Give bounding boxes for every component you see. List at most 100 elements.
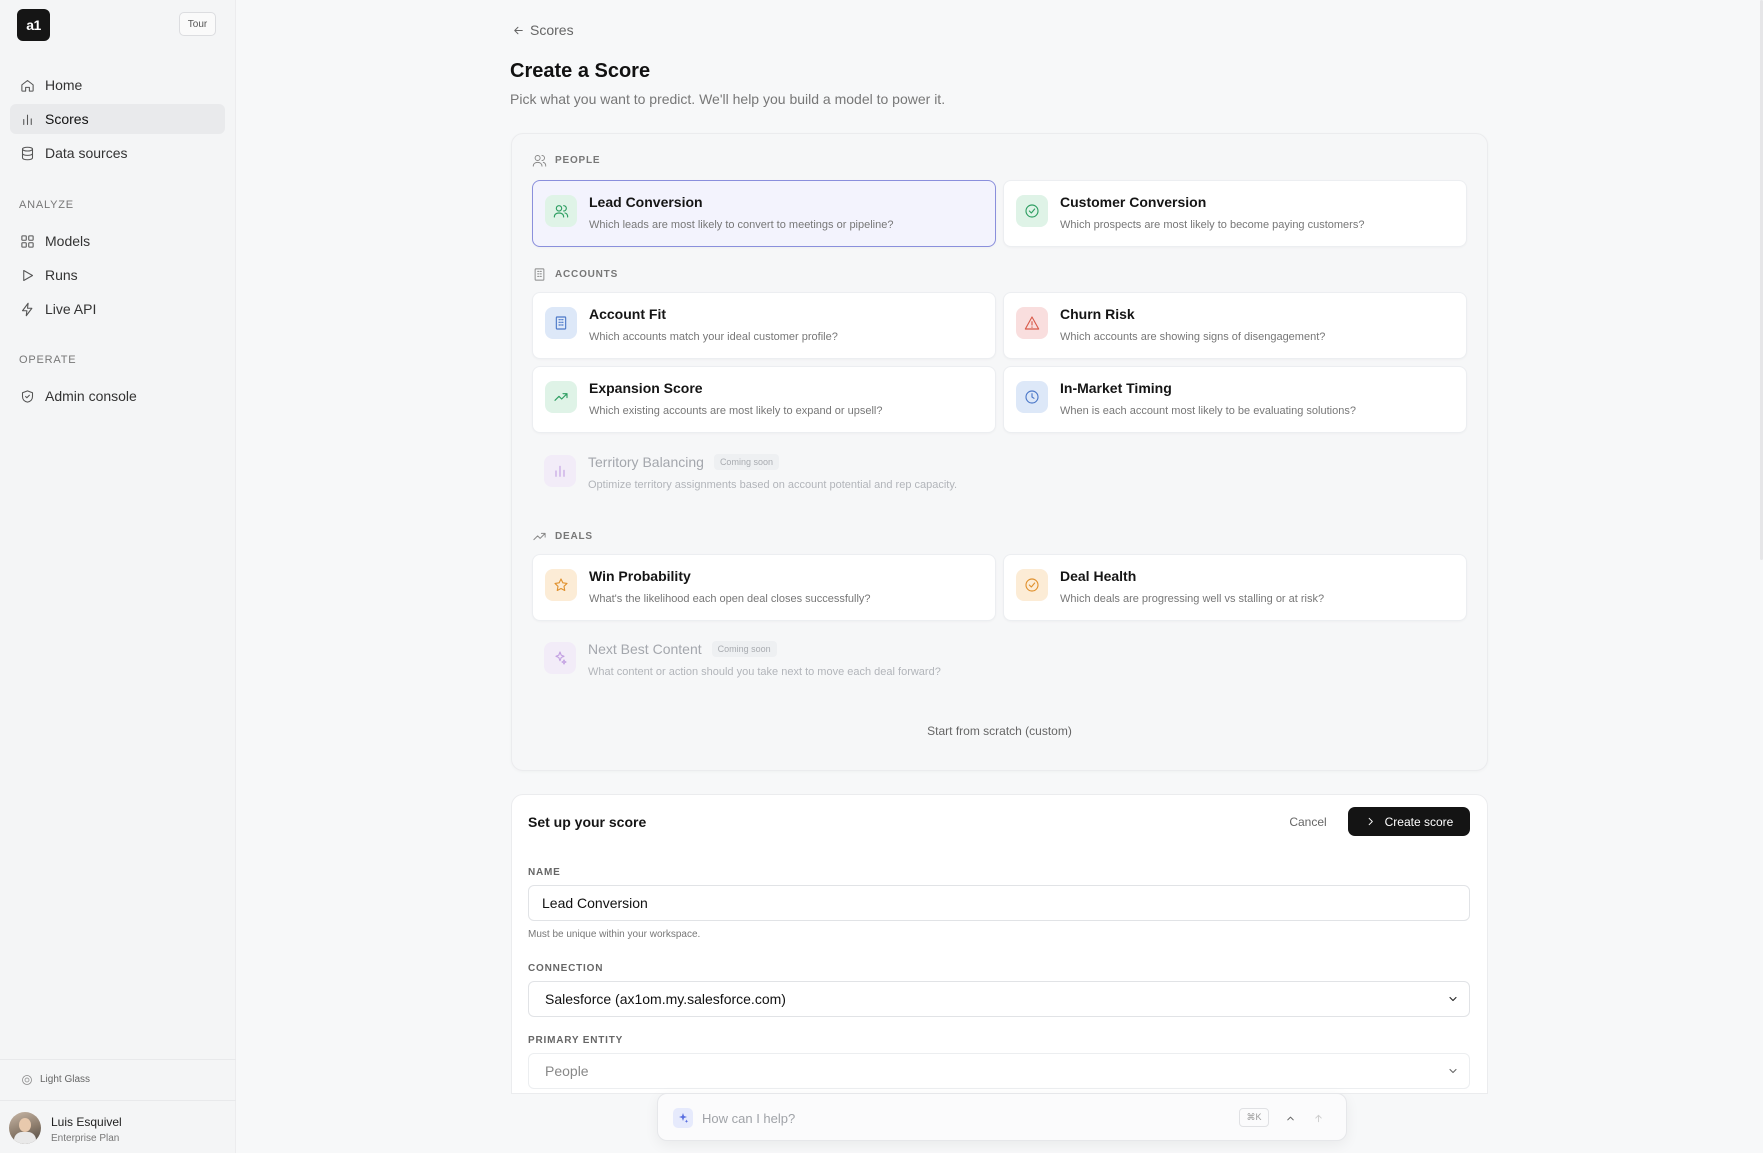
name-hint: Must be unique within your workspace. bbox=[528, 929, 701, 940]
coming-soon-badge: Coming soon bbox=[711, 641, 777, 657]
template-card-territory-balancing: Territory Balancing Coming soon Optimize… bbox=[532, 441, 1092, 508]
users-icon bbox=[532, 155, 547, 167]
trending-up-icon bbox=[554, 393, 568, 401]
shield-check-icon bbox=[21, 389, 34, 403]
card-description: Which prospects are most likely to becom… bbox=[1060, 219, 1365, 231]
card-description: Which leads are most likely to convert t… bbox=[589, 219, 894, 231]
template-card-expansion-score[interactable]: Expansion Score Which existing accounts … bbox=[532, 366, 996, 433]
user-name: Luis Esquivel bbox=[51, 1115, 122, 1129]
sidebar-item-live-api[interactable]: Live API bbox=[10, 294, 225, 324]
trending-up-icon bbox=[533, 532, 546, 541]
card-title: Next Best Content Coming soon bbox=[588, 641, 777, 657]
connection-label: CONNECTION bbox=[528, 963, 604, 974]
card-description: Optimize territory assignments based on … bbox=[588, 479, 958, 491]
shortcut-badge: ⌘K bbox=[1239, 1108, 1269, 1127]
template-card-deal-health[interactable]: Deal Health Which deals are progressing … bbox=[1003, 554, 1467, 621]
category-people: PEOPLE bbox=[532, 153, 600, 168]
start-from-scratch-link[interactable]: Start from scratch (custom) bbox=[511, 724, 1488, 738]
building-icon bbox=[555, 316, 567, 330]
sidebar-item-runs[interactable]: Runs bbox=[10, 260, 225, 290]
expand-button[interactable] bbox=[1280, 1108, 1300, 1128]
card-title: Lead Conversion bbox=[589, 194, 703, 210]
template-card-win-probability[interactable]: Win Probability What's the likelihood ea… bbox=[532, 554, 996, 621]
assistant-bar: ⌘K bbox=[657, 1093, 1347, 1141]
theme-icon bbox=[22, 1074, 32, 1085]
card-description: When is each account most likely to be e… bbox=[1060, 405, 1356, 417]
sidebar-item-label: Scores bbox=[45, 111, 89, 127]
user-plan: Enterprise Plan bbox=[51, 1133, 120, 1144]
assistant-input[interactable] bbox=[702, 1106, 1202, 1130]
user-profile[interactable]: Luis Esquivel Enterprise Plan bbox=[0, 1100, 236, 1153]
page-subtitle: Pick what you want to predict. We'll hel… bbox=[510, 91, 946, 107]
app-logo[interactable]: a1 bbox=[17, 9, 50, 41]
sidebar: a1 Tour Home Scores Data sources ANALYZE… bbox=[0, 0, 236, 1153]
cancel-button[interactable]: Cancel bbox=[1278, 810, 1338, 834]
users-icon bbox=[553, 205, 569, 218]
sparkles-icon bbox=[555, 651, 567, 665]
card-title: Win Probability bbox=[589, 568, 691, 584]
sparkles-icon bbox=[673, 1108, 693, 1128]
tour-button[interactable]: Tour bbox=[179, 12, 216, 36]
card-description: What's the likelihood each open deal clo… bbox=[589, 593, 871, 605]
arrow-left-icon bbox=[514, 26, 523, 34]
setup-title: Set up your score bbox=[528, 814, 647, 830]
template-card-customer-conversion[interactable]: Customer Conversion Which prospects are … bbox=[1003, 180, 1467, 247]
template-card-lead-conversion[interactable]: Lead Conversion Which leads are most lik… bbox=[532, 180, 996, 247]
warning-triangle-icon bbox=[1024, 316, 1040, 330]
category-deals: DEALS bbox=[532, 529, 593, 544]
bar-chart-icon bbox=[23, 114, 32, 125]
sidebar-item-models[interactable]: Models bbox=[10, 226, 225, 256]
card-description: What content or action should you take n… bbox=[588, 666, 941, 678]
card-description: Which existing accounts are most likely … bbox=[589, 405, 883, 417]
theme-switcher[interactable]: Light Glass bbox=[0, 1059, 236, 1099]
check-circle-icon bbox=[1025, 204, 1039, 218]
name-label: NAME bbox=[528, 867, 561, 878]
primary-entity-select[interactable]: People bbox=[528, 1053, 1470, 1089]
sidebar-item-label: Models bbox=[45, 233, 91, 249]
bolt-icon bbox=[21, 302, 33, 316]
chevron-down-icon bbox=[1449, 996, 1457, 1002]
back-link-label: Scores bbox=[530, 22, 574, 38]
star-icon bbox=[554, 578, 568, 592]
page-title: Create a Score bbox=[510, 60, 651, 82]
home-icon bbox=[21, 79, 34, 92]
card-description: Which accounts are showing signs of dise… bbox=[1060, 331, 1326, 343]
card-title: Customer Conversion bbox=[1060, 194, 1207, 210]
theme-label: Light Glass bbox=[40, 1074, 91, 1085]
card-title: In-Market Timing bbox=[1060, 380, 1172, 396]
template-card-account-fit[interactable]: Account Fit Which accounts match your id… bbox=[532, 292, 996, 359]
coming-soon-badge: Coming soon bbox=[713, 454, 779, 470]
connection-select[interactable]: Salesforce (ax1om.my.salesforce.com) bbox=[528, 981, 1470, 1017]
template-card-in-market-timing[interactable]: In-Market Timing When is each account mo… bbox=[1003, 366, 1467, 433]
building-icon bbox=[534, 268, 545, 281]
sidebar-item-label: Home bbox=[45, 77, 83, 93]
template-card-churn-risk[interactable]: Churn Risk Which accounts are showing si… bbox=[1003, 292, 1467, 359]
primary-entity-label: PRIMARY ENTITY bbox=[528, 1035, 624, 1046]
avatar bbox=[9, 1112, 41, 1144]
card-title: Expansion Score bbox=[589, 380, 703, 396]
section-title-analyze: ANALYZE bbox=[19, 199, 74, 211]
create-score-button[interactable]: Create score bbox=[1348, 807, 1470, 836]
section-title-operate: OPERATE bbox=[19, 354, 77, 366]
sidebar-item-admin-console[interactable]: Admin console bbox=[10, 381, 225, 411]
play-icon bbox=[23, 269, 34, 281]
card-description: Which deals are progressing well vs stal… bbox=[1060, 593, 1325, 605]
name-input[interactable]: Lead Conversion bbox=[528, 885, 1470, 921]
chevron-up-icon bbox=[1286, 1116, 1294, 1120]
send-button[interactable] bbox=[1308, 1108, 1328, 1128]
setup-panel bbox=[511, 794, 1488, 1094]
sidebar-item-label: Admin console bbox=[45, 388, 137, 404]
sidebar-item-label: Live API bbox=[45, 301, 97, 317]
sidebar-item-label: Runs bbox=[45, 267, 78, 283]
card-title: Account Fit bbox=[589, 306, 666, 322]
database-icon bbox=[21, 146, 34, 160]
grid-icon bbox=[21, 234, 34, 248]
bar-chart-icon bbox=[555, 465, 565, 477]
sidebar-item-data-sources[interactable]: Data sources bbox=[10, 138, 225, 168]
card-title: Deal Health bbox=[1060, 568, 1137, 584]
sidebar-item-home[interactable]: Home bbox=[10, 70, 225, 100]
back-link[interactable]: Scores bbox=[512, 22, 574, 38]
sidebar-item-label: Data sources bbox=[45, 145, 128, 161]
sidebar-item-scores[interactable]: Scores bbox=[10, 104, 225, 134]
arrow-up-icon bbox=[1314, 1114, 1322, 1122]
